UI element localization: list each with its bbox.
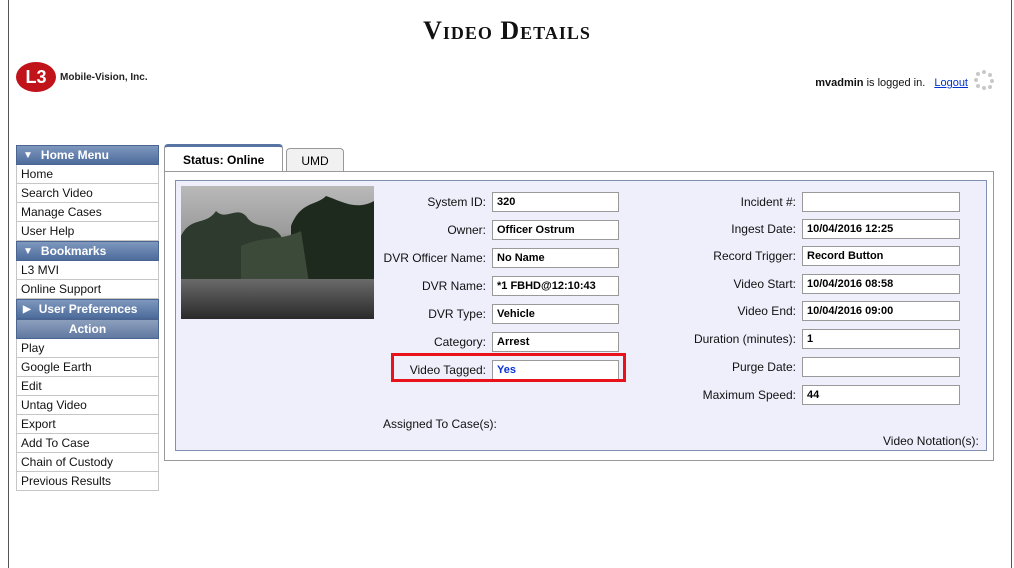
dvr-type-value: Vehicle: [492, 304, 619, 324]
duration-row: Duration (minutes): 1: [660, 329, 960, 349]
video-notations-label: Video Notation(s):: [883, 434, 979, 448]
action-add-to-case[interactable]: Add To Case: [16, 434, 159, 453]
dvr-officer-name-label: DVR Officer Name:: [383, 251, 486, 265]
dvr-name-label: DVR Name:: [421, 279, 486, 293]
logout-link[interactable]: Logout: [934, 77, 968, 89]
tab-umd[interactable]: UMD: [286, 148, 344, 172]
sidebar-item-online-support[interactable]: Online Support: [16, 280, 159, 299]
dvr-type-label: DVR Type:: [428, 307, 486, 321]
record-trigger-value: Record Button: [802, 246, 960, 266]
collapse-triangle-icon: ▼: [23, 245, 33, 257]
video-thumbnail[interactable]: [181, 186, 374, 319]
bookmarks-header[interactable]: ▼ Bookmarks: [16, 241, 159, 261]
page-title: Video Details: [423, 16, 591, 45]
video-end-label: Video End:: [737, 304, 797, 318]
loading-spinner-icon: [974, 70, 994, 90]
l3-logo-mark: L3: [16, 62, 56, 92]
action-play[interactable]: Play: [16, 339, 159, 358]
maximum-speed-value: 44: [802, 385, 960, 405]
collapse-triangle-icon: ▼: [23, 149, 33, 161]
expand-triangle-icon: ▶: [23, 303, 31, 315]
sidebar: ▼ Home Menu Home Search Video Manage Cas…: [16, 145, 159, 491]
incident-row: Incident #:: [660, 192, 960, 212]
system-id-value: 320: [492, 192, 619, 212]
sidebar-item-manage-cases[interactable]: Manage Cases: [16, 203, 159, 222]
owner-value: Officer Ostrum: [492, 220, 619, 240]
assigned-to-cases-label: Assigned To Case(s):: [383, 417, 497, 431]
record-trigger-label: Record Trigger:: [713, 249, 796, 263]
video-tagged-highlight: [391, 353, 626, 382]
action-previous-results[interactable]: Previous Results: [16, 472, 159, 491]
action-google-earth[interactable]: Google Earth: [16, 358, 159, 377]
sidebar-item-search-video[interactable]: Search Video: [16, 184, 159, 203]
video-end-row: Video End: 10/04/2016 09:00: [660, 301, 960, 321]
ingest-date-value: 10/04/2016 12:25: [802, 219, 960, 239]
username: mvadmin: [815, 77, 864, 89]
purge-date-row: Purge Date:: [660, 357, 960, 377]
action-header: Action: [16, 319, 159, 339]
video-start-value: 10/04/2016 08:58: [802, 274, 960, 294]
sidebar-item-l3-mvi[interactable]: L3 MVI: [16, 261, 159, 280]
dvr-type-row: DVR Type: Vehicle: [360, 304, 619, 324]
login-status-text: is logged in.: [866, 77, 926, 89]
sidebar-item-home[interactable]: Home: [16, 165, 159, 184]
video-end-value: 10/04/2016 09:00: [802, 301, 960, 321]
system-id-row: System ID: 320: [360, 192, 619, 212]
login-status: mvadmin is logged in. Logout: [815, 77, 968, 89]
action-edit[interactable]: Edit: [16, 377, 159, 396]
purge-date-label: Purge Date:: [731, 360, 796, 374]
tab-bar: Status: Online UMD: [164, 144, 347, 172]
ingest-date-row: Ingest Date: 10/04/2016 12:25: [660, 219, 960, 239]
video-start-row: Video Start: 10/04/2016 08:58: [660, 274, 960, 294]
tab-status-online[interactable]: Status: Online: [164, 144, 284, 172]
home-menu-header[interactable]: ▼ Home Menu: [16, 145, 159, 165]
record-trigger-row: Record Trigger: Record Button: [660, 246, 960, 266]
incident-value: [802, 192, 960, 212]
user-preferences-header[interactable]: ▶ User Preferences: [16, 299, 159, 319]
dvr-name-value: *1 FBHD@12:10:43: [492, 276, 619, 296]
action-chain-of-custody[interactable]: Chain of Custody: [16, 453, 159, 472]
duration-value: 1: [802, 329, 960, 349]
maximum-speed-label: Maximum Speed:: [702, 388, 796, 402]
incident-label: Incident #:: [740, 195, 796, 209]
category-label: Category:: [433, 335, 486, 349]
dvr-name-row: DVR Name: *1 FBHD@12:10:43: [360, 276, 619, 296]
owner-label: Owner:: [447, 223, 486, 237]
duration-label: Duration (minutes):: [693, 332, 796, 346]
category-row: Category: Arrest: [360, 332, 619, 352]
owner-row: Owner: Officer Ostrum: [360, 220, 619, 240]
action-untag-video[interactable]: Untag Video: [16, 396, 159, 415]
dvr-officer-name-value: No Name: [492, 248, 619, 268]
action-export[interactable]: Export: [16, 415, 159, 434]
purge-date-value: [802, 357, 960, 377]
sidebar-item-user-help[interactable]: User Help: [16, 222, 159, 241]
ingest-date-label: Ingest Date:: [731, 222, 796, 236]
company-name: Mobile-Vision, Inc.: [60, 71, 148, 83]
dvr-officer-name-row: DVR Officer Name: No Name: [360, 248, 619, 268]
system-id-label: System ID:: [427, 195, 486, 209]
road-image: [181, 279, 374, 319]
company-logo: L3 Mobile-Vision, Inc.: [16, 62, 148, 92]
category-value: Arrest: [492, 332, 619, 352]
video-start-label: Video Start:: [733, 277, 796, 291]
maximum-speed-row: Maximum Speed: 44: [660, 385, 960, 405]
